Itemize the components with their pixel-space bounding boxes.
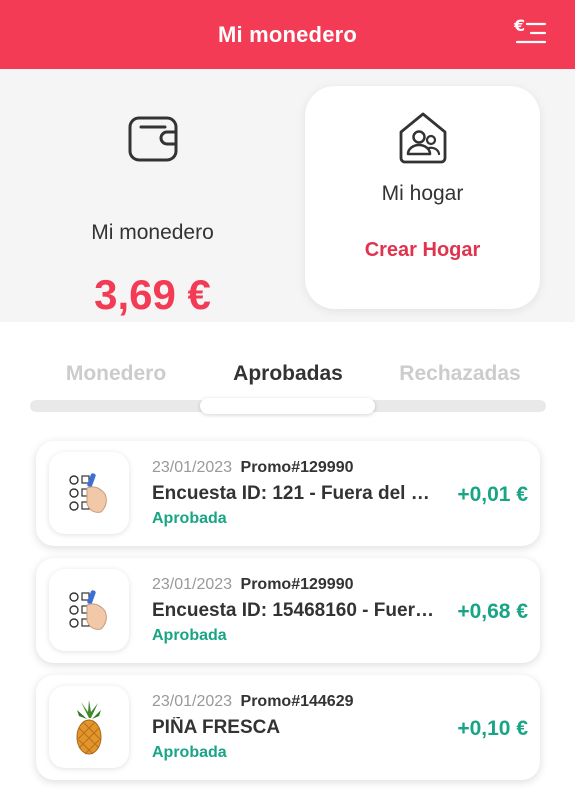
item-title: Encuesta ID: 121 - Fuera del Supermercad…: [152, 483, 437, 504]
item-promo: Promo#129990: [240, 459, 354, 476]
item-date: 23/01/2023: [152, 576, 233, 593]
create-home-button[interactable]: Crear Hogar: [305, 239, 540, 262]
item-amount: +0,68 €: [457, 600, 528, 623]
euro-menu-icon[interactable]: €: [513, 16, 547, 50]
transaction-list: 23/01/2023 Promo#129990 Encuesta ID: 121…: [36, 441, 540, 792]
home-label: Mi hogar: [381, 182, 464, 205]
item-meta: 23/01/2023 Promo#129990: [152, 576, 354, 594]
survey-icon: [69, 473, 107, 513]
item-thumbnail: [49, 452, 129, 534]
pineapple-icon: [76, 700, 102, 755]
list-item[interactable]: 23/01/2023 Promo#129990 Encuesta ID: 154…: [36, 558, 540, 663]
item-thumbnail: [49, 569, 129, 651]
tab-aprobadas[interactable]: Aprobadas: [202, 362, 374, 386]
tab-indicator: [200, 398, 375, 414]
svg-text:€: €: [513, 16, 525, 35]
item-date: 23/01/2023: [152, 459, 233, 476]
item-meta: 23/01/2023 Promo#129990: [152, 459, 354, 477]
item-status: Aprobada: [152, 744, 227, 761]
item-amount: +0,10 €: [457, 717, 528, 740]
list-item[interactable]: 23/01/2023 Promo#129990 Encuesta ID: 121…: [36, 441, 540, 546]
item-promo: Promo#144629: [240, 693, 354, 710]
wallet-icon: [128, 116, 178, 162]
list-item[interactable]: 23/01/2023 Promo#144629 PIÑA FRESCA Apro…: [36, 675, 540, 780]
wallet-label: Mi monedero: [91, 221, 214, 244]
wallet-balance: 3,69 €: [94, 271, 211, 318]
tab-monedero[interactable]: Monedero: [30, 362, 202, 386]
tab-bar: Monedero Aprobadas Rechazadas: [30, 362, 546, 392]
home-card[interactable]: Mi hogar Crear Hogar: [305, 86, 540, 309]
app-header: Mi monedero €: [0, 0, 575, 69]
item-status: Aprobada: [152, 510, 227, 527]
item-status: Aprobada: [152, 627, 227, 644]
tab-rechazadas[interactable]: Rechazadas: [374, 362, 546, 386]
item-thumbnail: [49, 686, 129, 768]
page-title: Mi monedero: [217, 21, 358, 47]
item-meta: 23/01/2023 Promo#144629: [152, 693, 354, 711]
item-title: PIÑA FRESCA: [152, 717, 281, 738]
item-title: Encuesta ID: 15468160 - Fuera del Superm…: [152, 600, 437, 621]
item-date: 23/01/2023: [152, 693, 233, 710]
item-amount: +0,01 €: [457, 483, 528, 506]
wallet-summary: Mi monedero 3,69 €: [40, 109, 265, 318]
survey-icon: [69, 590, 107, 630]
item-promo: Promo#129990: [240, 576, 354, 593]
home-people-icon: [399, 112, 447, 164]
